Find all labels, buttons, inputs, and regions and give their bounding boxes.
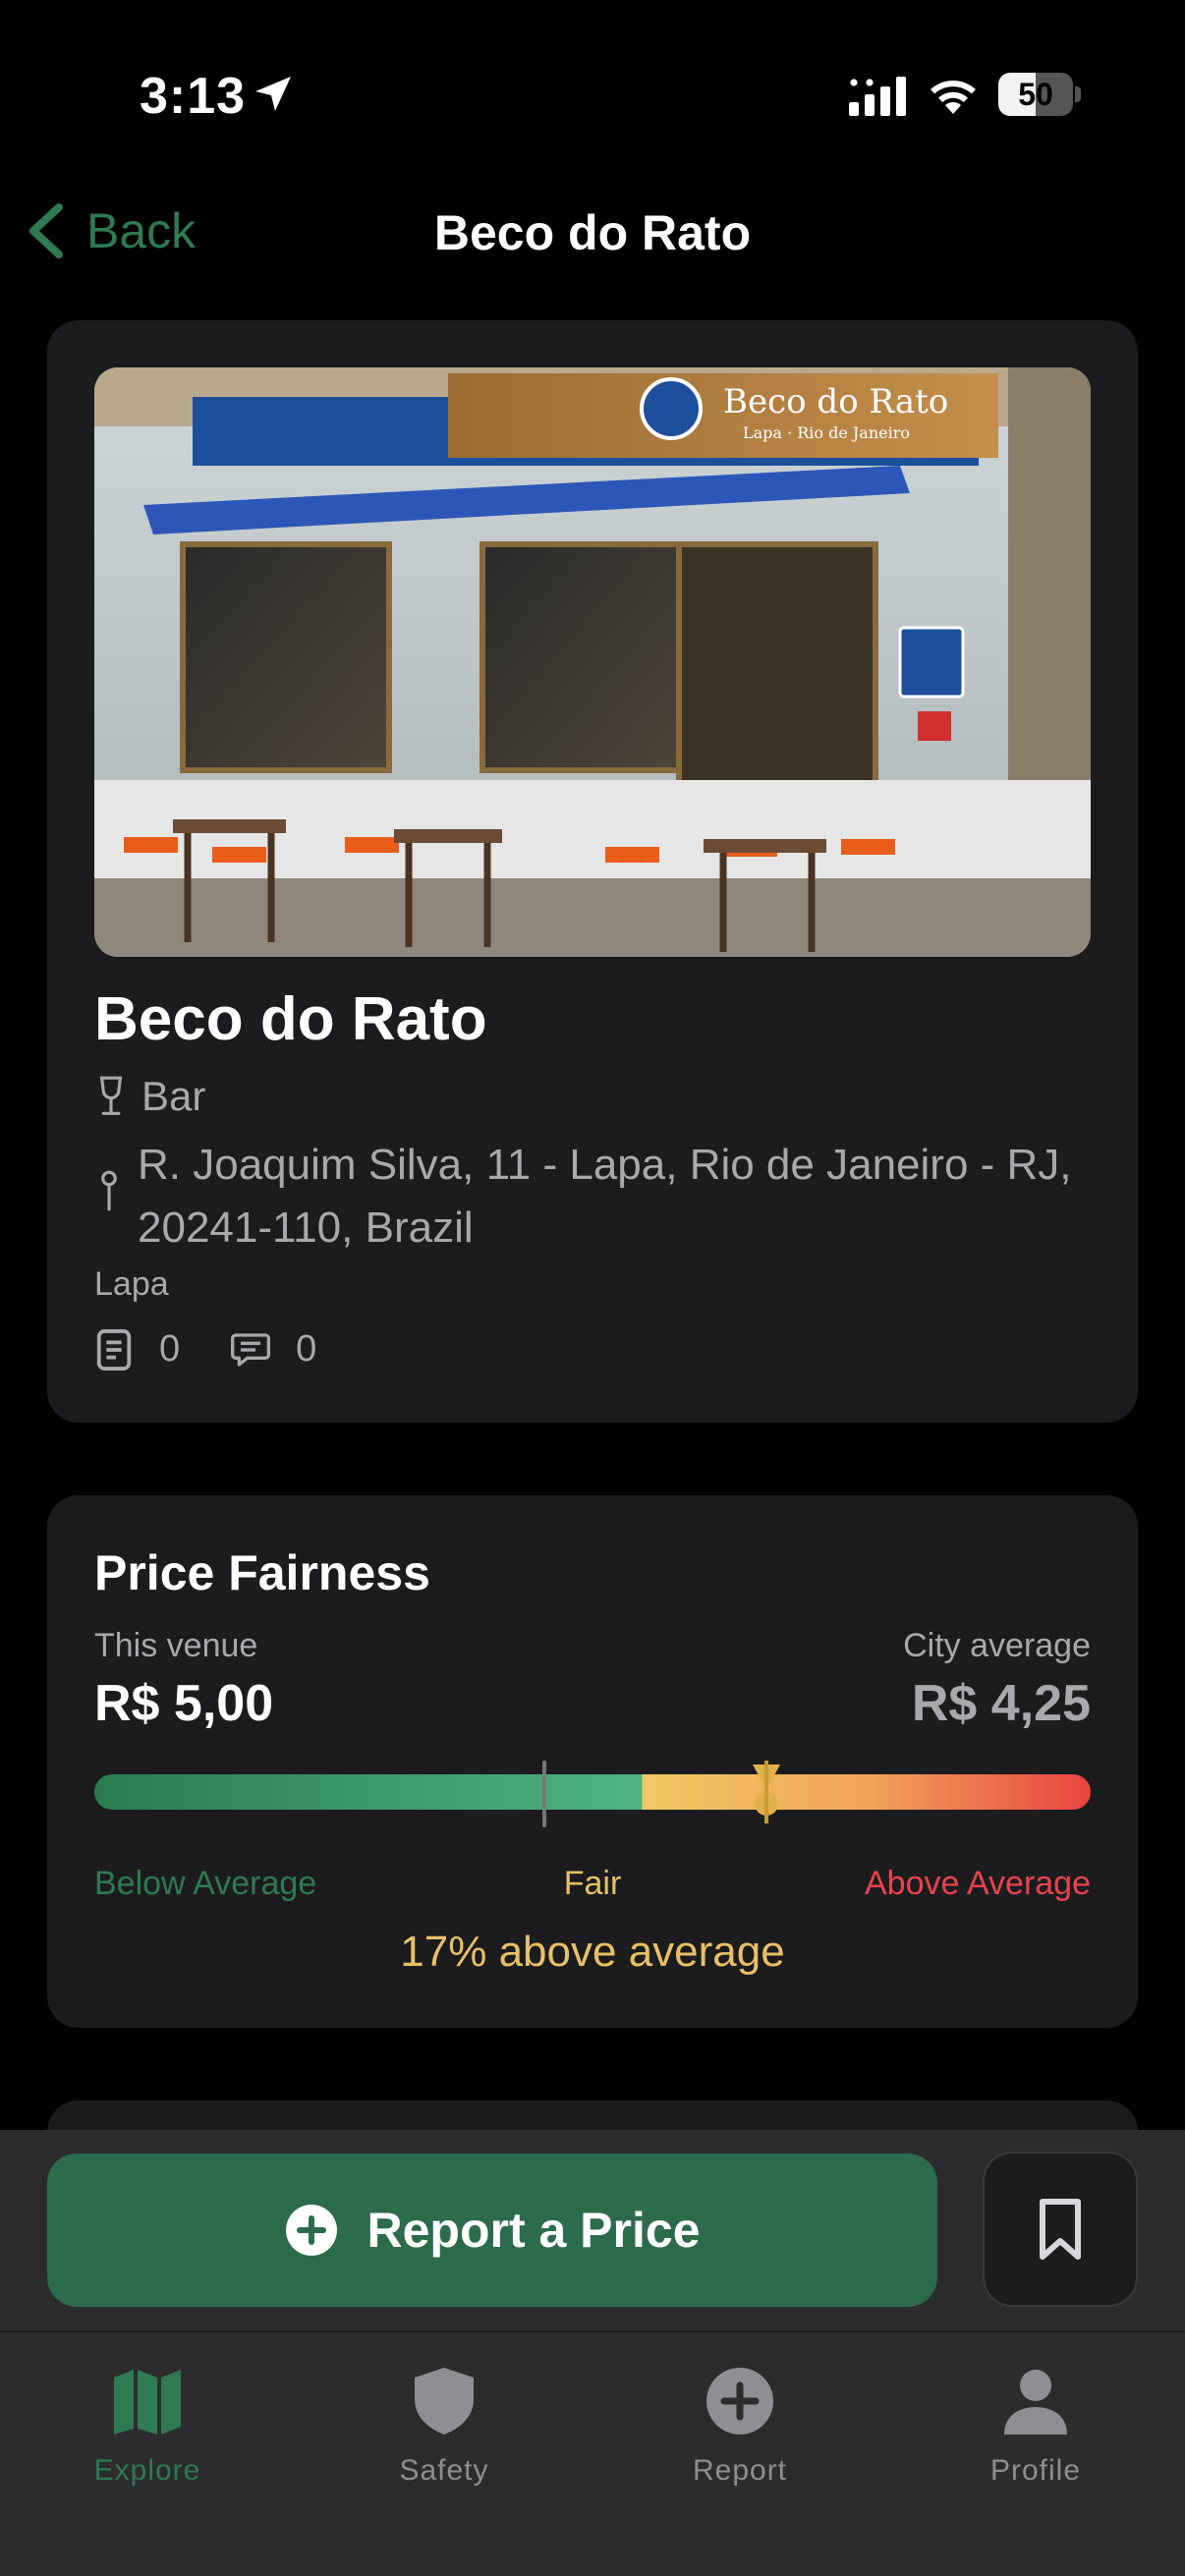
comments-count: 0 — [296, 1328, 317, 1370]
sign-subtitle: Lapa · Rio de Janeiro — [743, 423, 910, 442]
tab-explore[interactable]: Explore — [0, 2352, 295, 2509]
gauge-average-tick — [542, 1761, 546, 1827]
person-icon — [1004, 2370, 1067, 2435]
venue-type: Bar — [94, 1069, 205, 1124]
shield-icon — [415, 2368, 474, 2435]
gauge-marker-icon — [753, 1761, 780, 1823]
sign-title: Beco do Rato — [723, 382, 948, 421]
chat-bubble-icon — [231, 1332, 271, 1367]
tab-profile-label: Profile — [989, 2454, 1082, 2487]
navigation-bar: Back Beco do Rato — [0, 187, 1185, 275]
comments-stat: 0 — [231, 1328, 316, 1371]
fairness-gauge — [94, 1774, 1091, 1810]
this-venue-label: This venue — [94, 1627, 258, 1664]
reports-count: 0 — [159, 1328, 181, 1370]
document-icon — [96, 1328, 132, 1371]
venue-photo[interactable]: Beco do Rato Lapa · Rio de Janeiro — [94, 367, 1091, 957]
city-average-label: City average — [903, 1627, 1091, 1664]
tab-bar: Explore Safety Report Profile — [0, 2330, 1185, 2576]
action-bar: Report a Price — [0, 2130, 1185, 2330]
report-price-button[interactable]: Report a Price — [47, 2154, 937, 2307]
tab-report[interactable]: Report — [592, 2352, 887, 2509]
tab-report-label: Report — [692, 2454, 788, 2487]
location-arrow-icon — [255, 77, 291, 111]
venue-stats: 0 0 — [94, 1328, 367, 1371]
venue-photo-image: Beco do Rato Lapa · Rio de Janeiro — [94, 367, 1091, 957]
tab-safety[interactable]: Safety — [297, 2352, 592, 2509]
wine-glass-icon — [99, 1076, 123, 1115]
plus-circle-icon — [286, 2205, 338, 2256]
venue-card: Beco do Rato Lapa · Rio de Janeiro Beco … — [47, 320, 1138, 1423]
plus-circle-icon — [706, 2368, 773, 2435]
fairness-summary: 17% above average — [400, 1928, 785, 1976]
report-price-label: Report a Price — [367, 2203, 701, 2258]
cellular-signal-icon — [849, 77, 906, 116]
price-fairness-title: Price Fairness — [94, 1545, 430, 1600]
page-title: Beco do Rato — [433, 205, 752, 260]
map-pin-icon — [101, 1170, 117, 1211]
above-average-label: Above Average — [865, 1865, 1091, 1902]
battery-percentage: 50 — [1018, 77, 1053, 112]
venue-address[interactable]: R. Joaquim Silva, 11 - Lapa, Rio de Jane… — [94, 1134, 1077, 1260]
status-time: 3:13 — [140, 68, 247, 125]
battery-indicator: 50 — [998, 73, 1081, 116]
wifi-icon — [931, 81, 976, 114]
price-fairness-card: Price Fairness This venue R$ 5,00 City a… — [47, 1495, 1138, 2028]
reports-stat: 0 — [94, 1328, 180, 1371]
tab-safety-label: Safety — [399, 2454, 489, 2487]
bookmark-button[interactable] — [983, 2152, 1138, 2307]
map-icon — [114, 2370, 181, 2435]
venue-name: Beco do Rato — [94, 985, 487, 1053]
venue-neighborhood: Lapa — [94, 1265, 169, 1303]
status-bar: 3:13 50 — [0, 0, 1185, 187]
venue-type-label: Bar — [141, 1073, 206, 1119]
venue-address-text: R. Joaquim Silva, 11 - Lapa, Rio de Jane… — [138, 1141, 1072, 1252]
tab-explore-label: Explore — [93, 2454, 201, 2487]
this-venue-price: R$ 5,00 — [94, 1675, 274, 1732]
city-average-price: R$ 4,25 — [911, 1675, 1091, 1732]
tab-profile[interactable]: Profile — [888, 2352, 1183, 2509]
bookmark-icon — [1040, 2199, 1081, 2260]
